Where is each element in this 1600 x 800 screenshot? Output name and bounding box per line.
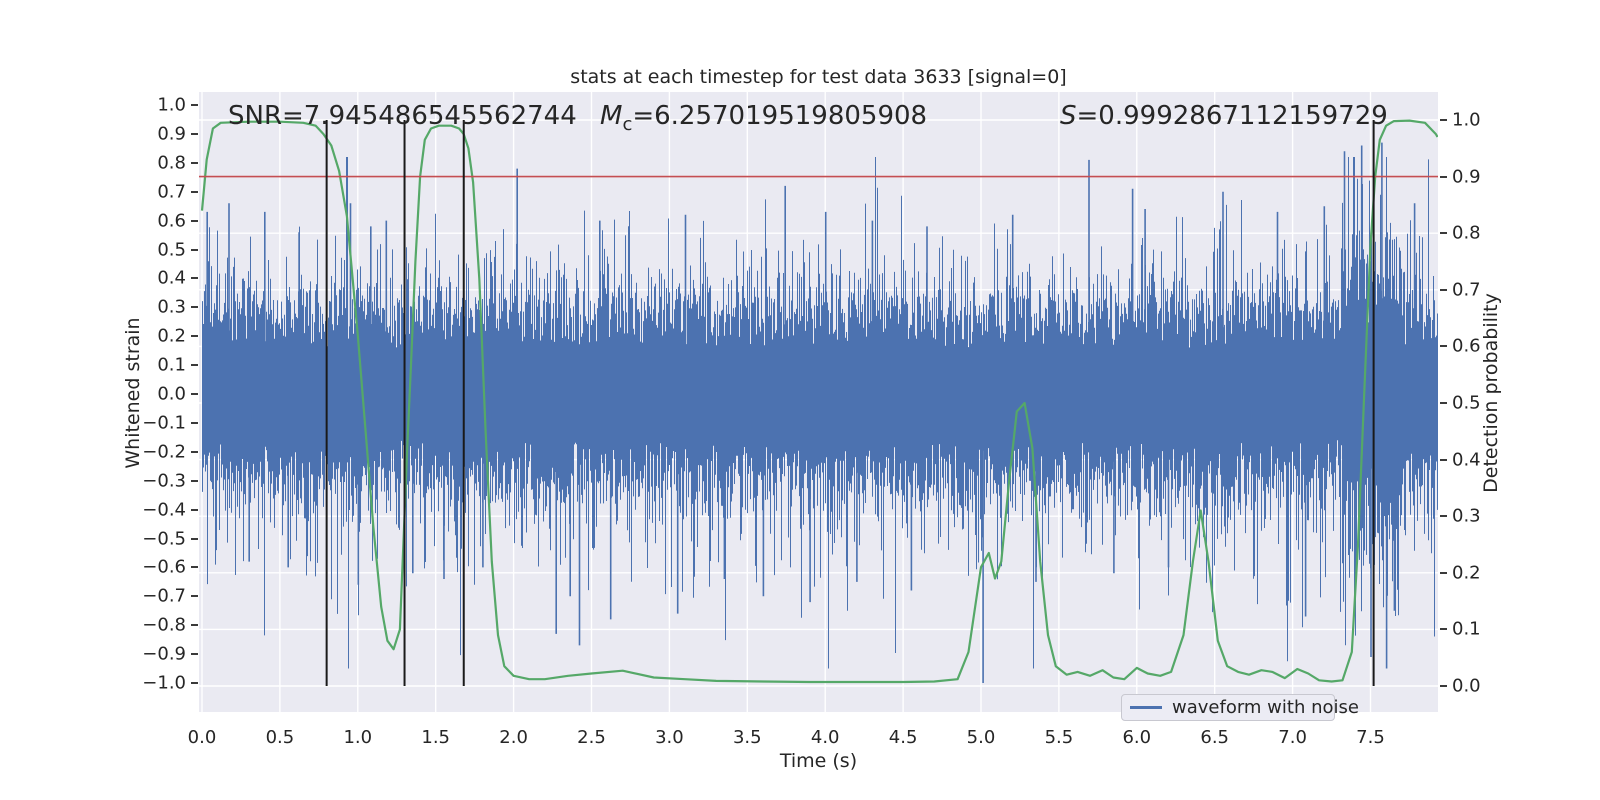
x-tick-label: 3.5 <box>732 727 762 748</box>
y-tick-label-right: 0.3 <box>1452 505 1481 527</box>
x-tick-label: 7.5 <box>1356 727 1385 748</box>
y-tick-label-right: 0.8 <box>1452 222 1481 244</box>
y-tick-label-right: 0.1 <box>1452 618 1481 640</box>
y-tick-label-left: −0.3 <box>142 470 186 492</box>
y-tick-label-right: 0.6 <box>1452 335 1481 357</box>
y-tick-mark-right <box>1440 232 1447 235</box>
y-tick-label-left: −0.6 <box>142 556 186 578</box>
y-tick-label-left: −0.4 <box>142 499 186 521</box>
x-tick-label: 3.0 <box>655 727 684 748</box>
y-tick-mark-right <box>1440 515 1447 518</box>
y-tick-mark-left <box>191 537 198 540</box>
plot-area <box>199 92 1438 712</box>
y-tick-mark-right <box>1440 402 1447 404</box>
y-tick-mark-right <box>1440 571 1447 574</box>
y-tick-mark-left <box>191 566 198 569</box>
x-tick-label: 5.0 <box>966 727 996 748</box>
legend: waveform with noise <box>1121 694 1359 721</box>
y-tick-label-left: 0.5 <box>157 239 186 260</box>
y-tick-mark-left <box>191 190 198 193</box>
y-tick-mark-left <box>191 248 198 251</box>
x-tick-label: 2.0 <box>499 727 528 748</box>
y-tick-label-left: 0.8 <box>157 152 186 174</box>
y-tick-mark-left <box>191 306 198 309</box>
waveform-noise-series <box>202 142 1438 683</box>
legend-label: waveform with noise <box>1172 697 1359 718</box>
y-tick-label-right: 0.9 <box>1452 166 1481 188</box>
y-tick-label-left: 0.0 <box>157 383 186 405</box>
y-tick-mark-left <box>191 421 198 424</box>
y-tick-label-left: 0.4 <box>157 267 186 289</box>
x-tick-label: 1.5 <box>421 727 451 748</box>
x-tick-label: 4.0 <box>810 727 840 748</box>
y-tick-mark-left <box>191 393 198 395</box>
y-tick-mark-left <box>191 653 198 656</box>
snr-annotation: SNR=7.945486545562744 <box>228 101 577 131</box>
x-axis-label: Time (s) <box>779 750 858 772</box>
x-tick-label: 6.5 <box>1200 727 1230 748</box>
y-tick-mark-right <box>1440 628 1447 631</box>
y-tick-label-left: −0.9 <box>142 643 186 665</box>
x-tick-label: 2.5 <box>577 727 606 748</box>
y-tick-mark-left <box>191 161 198 164</box>
y-tick-label-right: 0.4 <box>1452 449 1481 471</box>
chart-title: stats at each timestep for test data 363… <box>570 66 1067 88</box>
y-tick-mark-left <box>191 682 198 684</box>
y-tick-mark-left <box>191 219 198 222</box>
y-tick-label-left: 0.7 <box>157 181 186 203</box>
x-tick-label: 0.0 <box>187 727 217 748</box>
legend-line-sample <box>1130 706 1162 709</box>
y-tick-mark-right <box>1440 345 1447 348</box>
y-tick-mark-right <box>1440 175 1447 178</box>
x-tick-label: 4.5 <box>888 727 918 748</box>
y-tick-mark-left <box>191 624 198 627</box>
y-tick-mark-left <box>191 364 198 367</box>
y-tick-mark-left <box>191 595 198 598</box>
y-tick-label-right: 0.5 <box>1452 392 1481 414</box>
y-tick-label-left: 0.9 <box>157 123 186 145</box>
y-tick-mark-left <box>191 132 198 135</box>
y-tick-label-left: 0.2 <box>157 325 186 347</box>
y-tick-label-left: 0.3 <box>157 296 186 318</box>
y-tick-mark-left <box>191 450 198 453</box>
y-tick-mark-right <box>1440 288 1447 291</box>
chirp-mass-annotation: Mc=6.257019519805908 <box>600 101 928 136</box>
y-tick-mark-left <box>191 479 198 482</box>
y-tick-label-left: −0.1 <box>142 412 186 434</box>
y-tick-mark-right <box>1440 458 1447 461</box>
y-tick-label-right: 0.7 <box>1452 279 1481 301</box>
x-tick-label: 1.0 <box>343 727 373 748</box>
y-tick-label-left: −0.7 <box>142 585 186 607</box>
y-tick-label-left: −0.8 <box>142 614 186 636</box>
y-tick-label-left: 0.1 <box>157 354 186 376</box>
y-tick-label-right: 1.0 <box>1452 109 1481 131</box>
y-tick-mark-right <box>1440 119 1447 121</box>
y-tick-label-left: −1.0 <box>142 672 186 694</box>
x-tick-label: 7.0 <box>1278 727 1307 748</box>
y-tick-mark-left <box>191 277 198 280</box>
y-tick-label-right: 0.2 <box>1452 562 1481 584</box>
y-tick-mark-left <box>191 335 198 338</box>
x-tick-label: 5.5 <box>1044 727 1074 748</box>
y-tick-label-left: −0.5 <box>142 528 186 549</box>
y-tick-label-left: −0.2 <box>142 441 186 463</box>
plot-svg <box>199 92 1438 712</box>
y-tick-label-left: 1.0 <box>157 94 186 116</box>
x-tick-label: 6.0 <box>1122 727 1152 748</box>
figure-canvas: stats at each timestep for test data 363… <box>0 0 1600 800</box>
y-tick-mark-left <box>191 104 198 106</box>
y-axis-label-right: Detection probability <box>1480 293 1502 493</box>
y-tick-label-left: 0.6 <box>157 210 186 232</box>
y-tick-mark-right <box>1440 685 1447 687</box>
y-tick-label-right: 0.0 <box>1452 675 1481 697</box>
s-score-annotation: S=0.9992867112159729 <box>1060 101 1388 131</box>
x-tick-label: 0.5 <box>265 727 295 748</box>
y-tick-mark-left <box>191 508 198 511</box>
